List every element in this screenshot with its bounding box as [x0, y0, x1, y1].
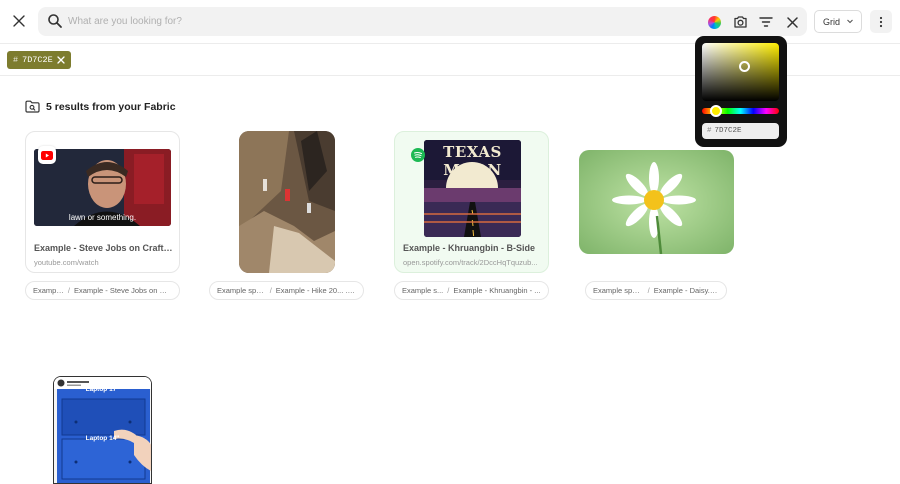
daisy-photo: [579, 150, 734, 254]
close-icon: [786, 16, 798, 28]
result-card-daisy-image[interactable]: [579, 150, 734, 254]
result-card-youtube[interactable]: lawn or something. Example - Steve Jobs …: [25, 131, 180, 273]
spotify-icon: [411, 148, 425, 162]
chevron-down-icon: [847, 19, 853, 24]
breadcrumb[interactable]: Example s... / Example - Khruangbin - ..…: [394, 281, 549, 300]
video-overlay-text: Laptop 14": [85, 435, 120, 442]
breadcrumb-item[interactable]: Example - Steve Jobs on Cr...: [74, 286, 172, 295]
close-icon: [13, 15, 25, 27]
youtube-badge: [38, 146, 56, 164]
clear-search-button[interactable]: [784, 14, 800, 30]
more-vertical-icon: [879, 16, 883, 27]
color-filter-button[interactable]: [706, 14, 722, 30]
hue-slider-handle[interactable]: [710, 105, 722, 117]
card-title: Example - Khruangbin - B-Side: [403, 243, 536, 253]
breadcrumb-space[interactable]: Example space: [593, 286, 644, 295]
breadcrumb-item[interactable]: Example - Daisy.jpg: [654, 286, 719, 295]
hex-value[interactable]: 7D7C2E: [715, 127, 742, 135]
breadcrumb-separator: /: [67, 286, 70, 295]
chip-hash: #: [13, 55, 19, 65]
result-card-spotify[interactable]: TEXAS MOON Example - Khruangbin - B-Side…: [394, 131, 549, 273]
camera-search-button[interactable]: [732, 14, 748, 30]
filter-icon: [759, 17, 773, 27]
close-icon[interactable]: [57, 56, 65, 64]
chip-color-hex: 7D7C2E: [22, 55, 53, 65]
breadcrumb-space[interactable]: Example s...: [402, 286, 443, 295]
breadcrumb-space[interactable]: Example spa...: [217, 286, 266, 295]
spotify-badge: [409, 146, 427, 164]
breadcrumb-item[interactable]: Example - Khruangbin - ...: [453, 286, 540, 295]
search-input[interactable]: [68, 11, 668, 32]
more-options-button[interactable]: [870, 10, 892, 33]
color-picker-popover: # 7D7C2E: [695, 36, 787, 147]
results-heading: 5 results from your Fabric: [25, 100, 176, 113]
breadcrumb-separator: /: [269, 286, 272, 295]
breadcrumb[interactable]: Example spa... / Example - Hike 20... .j…: [209, 281, 364, 300]
saturation-knob[interactable]: [739, 61, 750, 72]
youtube-icon: [41, 150, 53, 160]
breadcrumb[interactable]: Exampl... / Example - Steve Jobs on Cr..…: [25, 281, 180, 300]
breadcrumb-separator: /: [447, 286, 450, 295]
album-art: TEXAS MOON: [424, 140, 521, 237]
card-url: open.spotify.com/track/2DccHqTquzub...: [403, 258, 538, 267]
breadcrumb-item[interactable]: Example - Hike 20... .jpg: [276, 286, 356, 295]
folder-search-icon: [25, 100, 40, 113]
view-mode-label: Grid: [823, 16, 841, 27]
filter-button[interactable]: [758, 14, 774, 30]
result-card-hike-image[interactable]: [239, 131, 335, 273]
color-filter-chip[interactable]: # 7D7C2E: [7, 51, 71, 69]
saturation-value-area[interactable]: [702, 43, 779, 101]
close-button[interactable]: [7, 8, 31, 34]
card-title: Example - Steve Jobs on Crafting...: [34, 243, 173, 253]
view-mode-select[interactable]: Grid: [814, 10, 862, 33]
search-bar[interactable]: [38, 7, 807, 36]
breadcrumb[interactable]: Example space / Example - Daisy.jpg: [585, 281, 727, 300]
search-icon: [48, 14, 62, 28]
video-caption: lawn or something.: [68, 213, 137, 222]
camera-icon: [733, 16, 747, 28]
color-wheel-icon: [707, 15, 721, 29]
laptop-bag-photo: [54, 377, 151, 483]
breadcrumb-separator: /: [647, 286, 650, 295]
hex-hash: #: [707, 127, 712, 135]
breadcrumb-space[interactable]: Exampl...: [33, 286, 64, 295]
results-count-text: 5 results from your Fabric: [46, 100, 176, 113]
result-card-laptop-video[interactable]: Laptop 17" Laptop 14": [53, 376, 152, 484]
hike-photo: [239, 131, 335, 273]
album-title-art: TEXAS MOON: [443, 143, 502, 179]
video-overlay-text: Laptop 17": [85, 386, 120, 393]
card-url: youtube.com/watch: [34, 258, 99, 267]
hex-input[interactable]: # 7D7C2E: [702, 123, 779, 139]
